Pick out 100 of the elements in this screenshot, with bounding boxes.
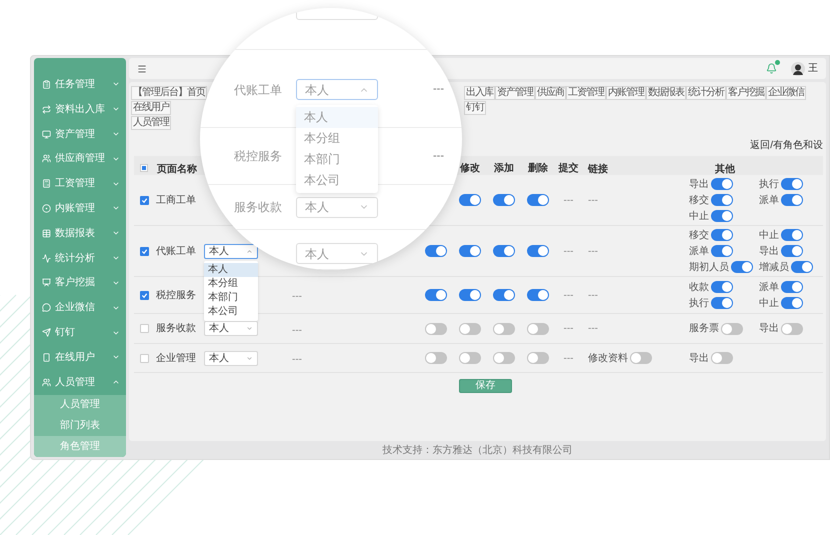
toggle-switch[interactable] — [791, 261, 813, 273]
option-label: 导出 — [689, 352, 709, 366]
toggle-switch[interactable] — [781, 178, 803, 190]
page-tab[interactable]: 人员管理 — [131, 116, 171, 130]
scope-select[interactable]: 本人 — [296, 243, 378, 264]
toggle-switch[interactable] — [493, 322, 515, 334]
scope-select[interactable]: 本人 — [296, 196, 378, 218]
dropdown-option[interactable]: 本部门 — [296, 149, 378, 170]
header-checkbox[interactable] — [140, 164, 148, 172]
page-tab[interactable]: 钉钉 — [464, 101, 486, 115]
toggle-switch[interactable] — [711, 194, 733, 206]
sidebar-item[interactable]: 工资管理 — [34, 171, 126, 196]
empty-value: --- — [292, 291, 302, 302]
avatar[interactable] — [791, 62, 805, 76]
dropdown-option[interactable]: 本分组 — [296, 128, 378, 149]
toggle-switch[interactable] — [781, 229, 803, 241]
toggle-switch[interactable] — [493, 289, 515, 301]
toggle-switch[interactable] — [711, 178, 733, 190]
toggle-switch[interactable] — [630, 352, 652, 364]
toggle-switch[interactable] — [459, 194, 481, 206]
row-checkbox[interactable] — [140, 196, 148, 204]
sidebar-item[interactable]: 在线用户 — [34, 344, 126, 370]
toggle-switch[interactable] — [493, 194, 515, 206]
page-tab[interactable]: 企业微信 — [766, 86, 806, 100]
row-checkbox[interactable] — [140, 290, 148, 300]
sidebar-item[interactable]: 钉钉 — [34, 320, 126, 345]
bell-icon[interactable] — [766, 63, 777, 74]
page-tab[interactable]: 工资管理 — [566, 86, 606, 100]
save-button[interactable]: 保存 — [459, 379, 512, 393]
toggle-switch[interactable] — [527, 245, 549, 257]
page-tab[interactable]: 供应商 — [535, 86, 566, 100]
option-label: 导出 — [759, 322, 779, 336]
sidebar-item[interactable]: 任务管理 — [34, 72, 126, 97]
submenu-item[interactable]: 部门列表 — [34, 415, 126, 436]
toggle-switch[interactable] — [459, 322, 481, 334]
sidebar-item[interactable]: 资料出入库 — [34, 96, 126, 122]
sidebar-item[interactable]: 数据报表 — [34, 220, 126, 246]
dropdown-option[interactable]: 本人 — [296, 107, 378, 128]
toggle-switch[interactable] — [425, 289, 447, 301]
toggle-switch[interactable] — [425, 352, 447, 364]
toggle-switch[interactable] — [527, 352, 549, 364]
toggle-switch[interactable] — [527, 322, 549, 334]
return-link[interactable]: 返回/有角色和设 — [750, 138, 823, 153]
page-tab[interactable]: 内账管理 — [606, 86, 646, 100]
row-checkbox[interactable] — [140, 354, 148, 362]
menu-icon[interactable] — [137, 64, 147, 74]
page-tab[interactable]: 统计分析 — [686, 86, 726, 100]
toggle-switch[interactable] — [711, 352, 733, 364]
scope-select[interactable]: 本人 — [204, 321, 258, 336]
dropdown-option[interactable]: 本部门 — [204, 290, 258, 304]
page-tab[interactable]: 资产管理 — [495, 86, 535, 100]
sidebar-item[interactable]: 资产管理 — [34, 122, 126, 146]
sidebar-item[interactable]: 客户挖掘 — [34, 270, 126, 296]
toggle-switch[interactable] — [781, 322, 803, 334]
sidebar-item[interactable]: 企业微信 — [34, 295, 126, 320]
toggle-switch[interactable] — [493, 352, 515, 364]
toggle-switch[interactable] — [711, 245, 733, 257]
row-label: 代账工单 — [234, 82, 282, 98]
toggle-switch[interactable] — [781, 245, 803, 257]
toggle-switch[interactable] — [459, 352, 481, 364]
toggle-switch[interactable] — [527, 289, 549, 301]
scope-select[interactable]: 本人 — [204, 244, 258, 258]
scope-select[interactable]: 本人 — [296, 79, 378, 100]
dropdown-option[interactable]: 本公司 — [204, 304, 258, 318]
submenu-item[interactable]: 角色管理 — [34, 436, 126, 457]
toggle-switch[interactable] — [721, 322, 743, 334]
toggle-switch[interactable] — [711, 297, 733, 309]
toggle-switch[interactable] — [781, 281, 803, 293]
column-header: 页面名称 — [157, 164, 197, 175]
page-tab[interactable]: 数据报表 — [646, 86, 686, 100]
submenu-item[interactable]: 人员管理 — [34, 394, 126, 416]
toggle-switch[interactable] — [425, 245, 447, 257]
page-tab[interactable]: 在线用户 — [131, 101, 171, 115]
dropdown-option[interactable]: 本公司 — [296, 170, 378, 191]
sidebar-item[interactable]: 内账管理 — [34, 196, 126, 221]
toggle-switch[interactable] — [459, 289, 481, 301]
presentation-icon — [42, 278, 51, 288]
toggle-switch[interactable] — [527, 194, 549, 206]
toggle-switch[interactable] — [711, 210, 733, 222]
page-tab[interactable]: 【管理后台】首页 — [131, 86, 207, 100]
sidebar-item[interactable]: 人员管理 — [34, 370, 126, 395]
toggle-switch[interactable] — [781, 194, 803, 206]
toggle-switch[interactable] — [425, 322, 447, 334]
toggle-switch[interactable] — [493, 245, 515, 257]
toggle-switch[interactable] — [711, 229, 733, 241]
dropdown-option[interactable]: 本分组 — [204, 276, 258, 290]
option-label: 中止 — [759, 228, 779, 242]
toggle-switch[interactable] — [711, 281, 733, 293]
toggle-switch[interactable] — [459, 245, 481, 257]
dropdown-option[interactable]: 本人 — [204, 262, 258, 276]
toggle-switch[interactable] — [731, 261, 753, 273]
chevron-down-icon — [246, 325, 253, 332]
row-checkbox[interactable] — [140, 324, 148, 333]
row-checkbox[interactable] — [140, 246, 148, 256]
page-tab[interactable]: 客户挖掘 — [726, 86, 766, 100]
sidebar-item[interactable]: 供应商管理 — [34, 146, 126, 172]
sidebar-item[interactable]: 统计分析 — [34, 246, 126, 270]
scope-select[interactable]: 本人 — [204, 350, 258, 366]
toggle-switch[interactable] — [781, 297, 803, 309]
page-tab[interactable]: 出入库 — [464, 86, 495, 100]
